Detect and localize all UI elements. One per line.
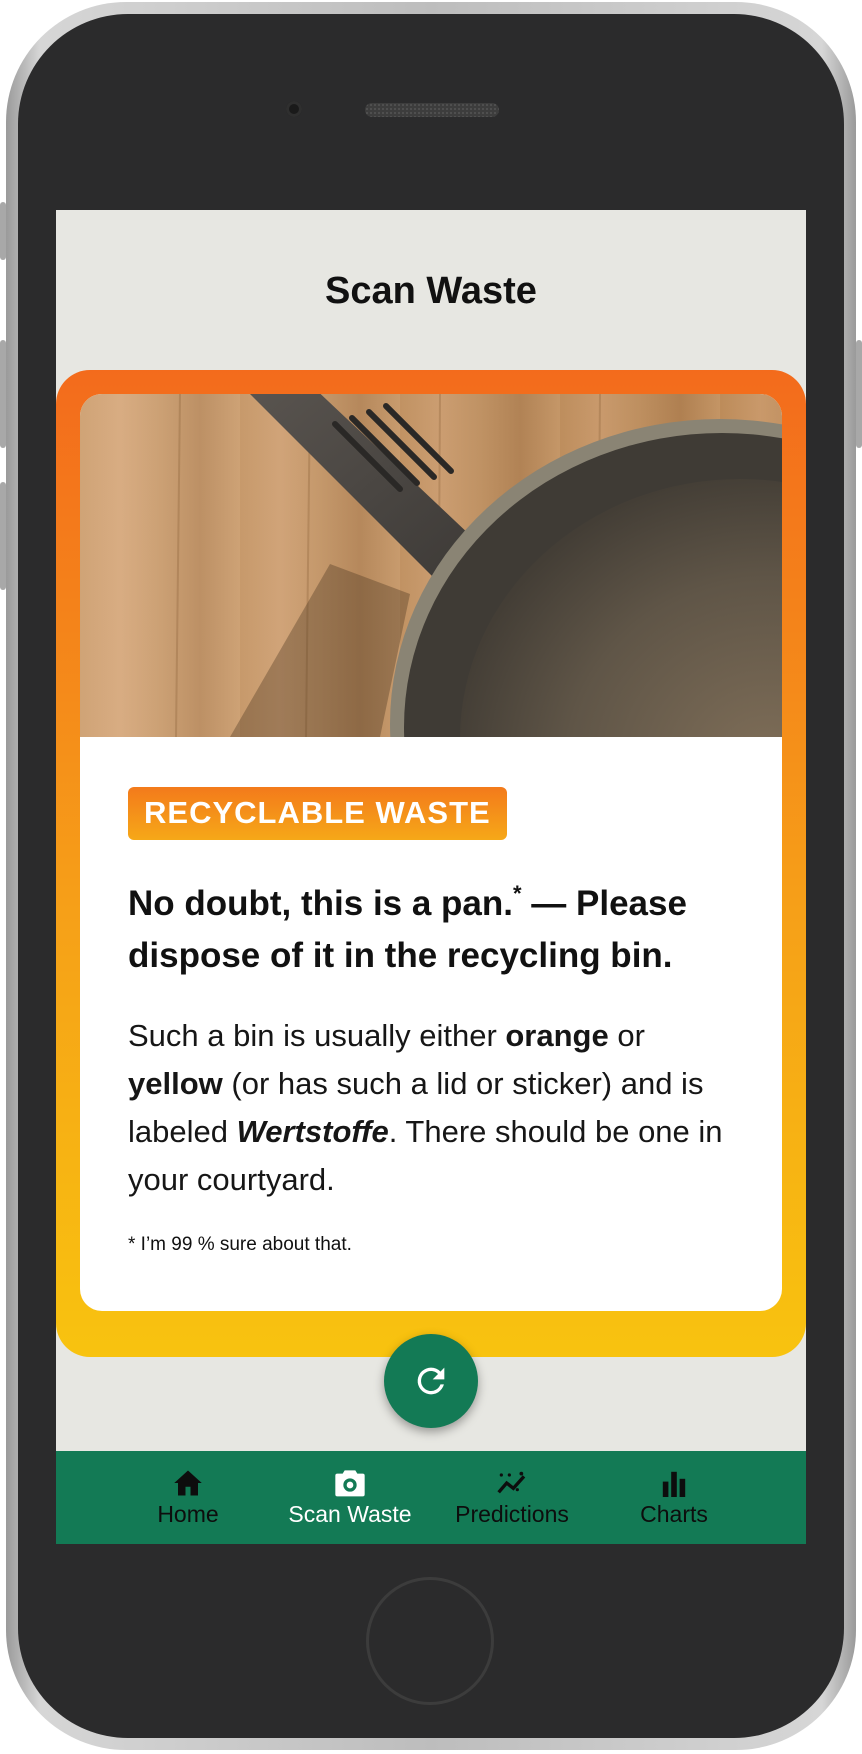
- result-content-card: RECYCLABLE WASTE No doubt, this is a pan…: [80, 394, 782, 1311]
- nav-item-predictions[interactable]: Predictions: [431, 1451, 593, 1544]
- desc-text: or: [608, 1018, 645, 1053]
- result-text: RECYCLABLE WASTE No doubt, this is a pan…: [128, 787, 738, 1256]
- category-badge: RECYCLABLE WASTE: [128, 787, 507, 840]
- trend-icon: [496, 1469, 528, 1497]
- frying-pan-photo: [80, 394, 782, 737]
- silent-switch: [0, 202, 6, 260]
- refresh-icon: [417, 1367, 445, 1395]
- footnote-marker: *: [513, 881, 522, 906]
- front-camera: [286, 101, 302, 117]
- refresh-button[interactable]: [384, 1334, 478, 1428]
- bin-description: Such a bin is usually either orange or y…: [128, 1012, 738, 1204]
- page-title: Scan Waste: [325, 269, 537, 312]
- nav-label-charts: Charts: [640, 1501, 708, 1527]
- power-button: [856, 340, 862, 448]
- home-icon: [173, 1469, 203, 1497]
- desc-text: Such a bin is usually either: [128, 1018, 506, 1053]
- home-button: [366, 1577, 494, 1705]
- nav-item-charts[interactable]: Charts: [593, 1451, 755, 1544]
- nav-label-home: Home: [157, 1501, 219, 1527]
- color-yellow-text: yellow: [128, 1066, 223, 1101]
- app-header: Scan Waste: [56, 210, 806, 370]
- bar-chart-icon: [660, 1469, 688, 1497]
- confidence-footnote: * I’m 99 % sure about that.: [128, 1234, 352, 1255]
- nav-label-predictions: Predictions: [455, 1501, 569, 1527]
- earpiece-speaker: [365, 103, 499, 117]
- bottom-navigation: Home Scan Waste Predictions Charts: [56, 1451, 806, 1544]
- headline-text: No doubt, this is a pan.: [128, 884, 513, 923]
- volume-down-button: [0, 482, 6, 590]
- bin-label-text: Wertstoffe: [236, 1114, 389, 1149]
- nav-label-scan-waste: Scan Waste: [288, 1501, 412, 1527]
- volume-up-button: [0, 340, 6, 448]
- frying-pan-illustration: [80, 394, 782, 737]
- nav-item-home[interactable]: Home: [107, 1451, 269, 1544]
- color-orange-text: orange: [505, 1018, 609, 1053]
- camera-icon: [334, 1469, 366, 1497]
- nav-item-scan-waste[interactable]: Scan Waste: [269, 1451, 431, 1544]
- result-card: RECYCLABLE WASTE No doubt, this is a pan…: [56, 370, 806, 1357]
- app-screen: Scan Waste RECYCLABLE WASTE No doubt, th…: [56, 210, 806, 1544]
- result-headline: No doubt, this is a pan.* — Please dispo…: [128, 878, 738, 982]
